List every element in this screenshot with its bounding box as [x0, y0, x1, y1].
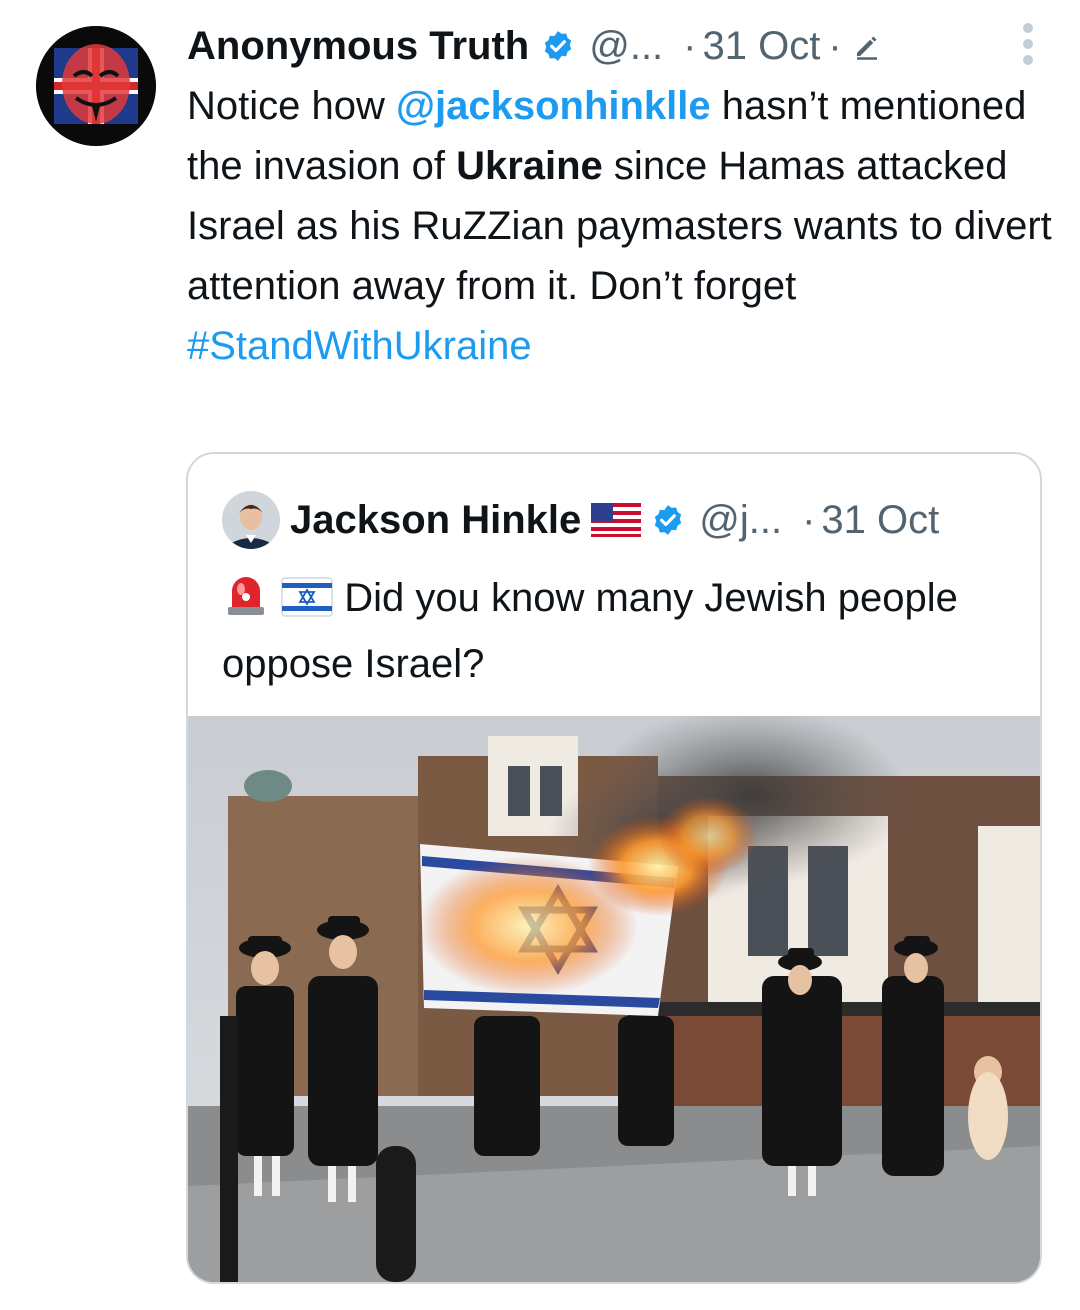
- edit-pencil-icon[interactable]: [852, 31, 882, 61]
- tweet-text-part-1: Notice how: [187, 84, 396, 128]
- quoted-tweet-header: Jackson Hinkle @j... · 31 Oct: [222, 488, 1022, 552]
- tweet-header: Anonymous Truth @... · 31 Oct ·: [187, 16, 1067, 76]
- tweet-text-bold: Ukraine: [456, 144, 603, 188]
- quoted-author-handle[interactable]: @j...: [699, 498, 782, 543]
- author-handle[interactable]: @...: [589, 24, 663, 69]
- quoted-author-avatar[interactable]: [222, 491, 280, 549]
- quoted-header-separator: ·: [802, 497, 816, 542]
- quoted-verified-badge-icon: [651, 503, 685, 537]
- quoted-tweet[interactable]: Jackson Hinkle @j... · 31 Oct Did you kn…: [186, 452, 1042, 1284]
- quoted-tweet-photo[interactable]: [188, 716, 1040, 1282]
- verified-badge-icon: [541, 29, 575, 63]
- siren-emoji-icon: [222, 569, 270, 634]
- author-name[interactable]: Anonymous Truth: [187, 24, 529, 69]
- quoted-tweet-text: Did you know many Jewish people oppose I…: [222, 568, 1022, 694]
- hashtag-link[interactable]: #StandWithUkraine: [187, 324, 532, 368]
- header-separator-2: ·: [828, 23, 842, 68]
- tweet-date[interactable]: 31 Oct: [703, 24, 821, 69]
- quoted-tweet-date[interactable]: 31 Oct: [821, 498, 939, 543]
- mention-link[interactable]: @jacksonhinklle: [396, 84, 711, 128]
- quoted-author-name[interactable]: Jackson Hinkle: [290, 498, 581, 543]
- israel-flag-emoji-icon: [281, 574, 333, 634]
- more-vertical-icon[interactable]: [1020, 12, 1036, 73]
- us-flag-icon: [591, 503, 642, 537]
- tweet-text: Notice how @jacksonhinklle hasn’t mentio…: [187, 76, 1057, 376]
- header-separator: ·: [683, 23, 697, 68]
- tweet[interactable]: Anonymous Truth @... · 31 Oct · Notice h…: [0, 0, 1080, 1310]
- author-avatar[interactable]: [36, 26, 156, 146]
